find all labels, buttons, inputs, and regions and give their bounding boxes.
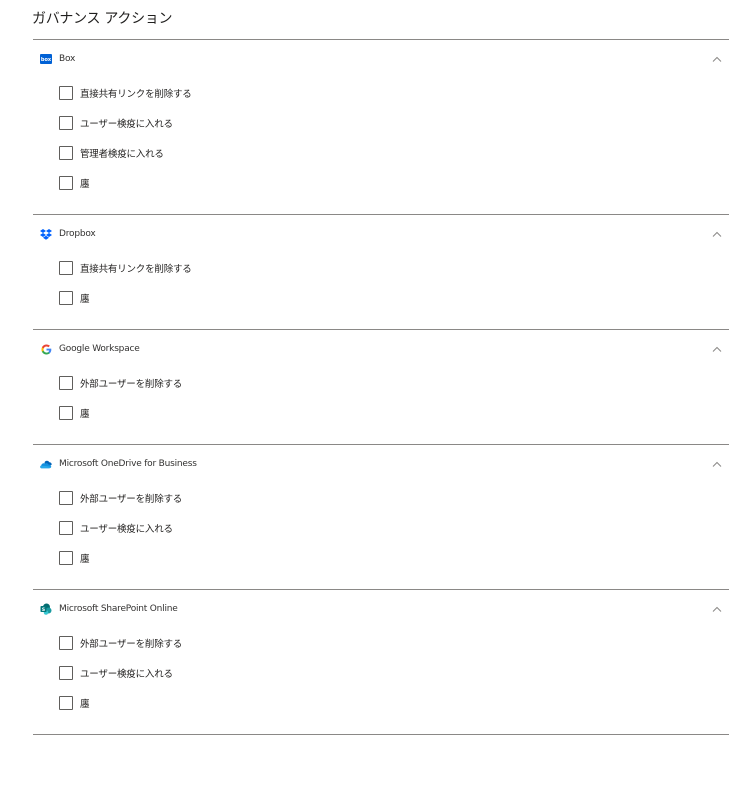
- checkbox[interactable]: [59, 551, 73, 565]
- checkbox[interactable]: [59, 666, 73, 680]
- section-box: box Box 直接共有リンクを削除する ユーザー検疫に入れる 管理者検疫に入れる廛: [33, 39, 729, 214]
- section-header-google-workspace[interactable]: Google Workspace: [33, 330, 729, 368]
- options-list: 直接共有リンクを削除する廛: [33, 253, 729, 329]
- option-item: 管理者検疫に入れる: [59, 138, 729, 168]
- option-label: 外部ユーザーを削除する: [80, 494, 183, 505]
- app-name: Google Workspace: [59, 344, 140, 354]
- box-icon: box: [40, 53, 52, 65]
- checkbox[interactable]: [59, 261, 73, 275]
- option-label: 直接共有リンクを削除する: [80, 264, 192, 275]
- checkbox[interactable]: [59, 521, 73, 535]
- chevron-up-icon[interactable]: [711, 458, 723, 470]
- option-item: 直接共有リンクを削除する: [59, 253, 729, 283]
- checkbox[interactable]: [59, 406, 73, 420]
- sharepoint-icon: S: [40, 603, 52, 615]
- section-header-dropbox[interactable]: Dropbox: [33, 215, 729, 253]
- option-label: 外部ユーザーを削除する: [80, 639, 183, 650]
- checkbox[interactable]: [59, 696, 73, 710]
- option-label: 廛: [80, 294, 90, 305]
- section-header-box[interactable]: box Box: [33, 40, 729, 78]
- app-name: Dropbox: [59, 229, 96, 239]
- option-item: 廛: [59, 283, 729, 313]
- option-item: 外部ユーザーを削除する: [59, 483, 729, 513]
- options-list: 外部ユーザーを削除する ユーザー検疫に入れる廛: [33, 628, 729, 734]
- option-label: 廛: [80, 409, 90, 420]
- section-microsoft-sharepoint-online: S Microsoft SharePoint Online 外部ユーザーを削除するユ…: [33, 589, 729, 735]
- option-label: 廛: [80, 699, 90, 710]
- dropbox-icon: [40, 228, 52, 240]
- option-label: 管理者検疫に入れる: [80, 149, 164, 160]
- svg-text:S: S: [42, 607, 45, 613]
- svg-text:box: box: [41, 57, 52, 63]
- option-item: ユーザー検疫に入れる: [59, 108, 729, 138]
- option-item: ユーザー検疫に入れる: [59, 513, 729, 543]
- option-label: 廛: [80, 554, 90, 565]
- option-label: 外部ユーザーを削除する: [80, 379, 183, 390]
- chevron-up-icon[interactable]: [711, 343, 723, 355]
- option-label: 直接共有リンクを削除する: [80, 89, 192, 100]
- onedrive-icon: [40, 458, 52, 470]
- app-name: Microsoft OneDrive for Business: [59, 459, 197, 469]
- checkbox[interactable]: [59, 636, 73, 650]
- checkbox[interactable]: [59, 86, 73, 100]
- option-item: 廛: [59, 168, 729, 198]
- option-item: 廛: [59, 398, 729, 428]
- option-label: ユーザー検疫に入れる: [80, 119, 173, 130]
- option-item: 廛: [59, 543, 729, 573]
- option-label: ユーザー検疫に入れる: [80, 669, 173, 680]
- google-icon: [40, 343, 52, 355]
- section-microsoft-onedrive-for-business: Microsoft OneDrive for Business 外部ユーザーを削除…: [33, 444, 729, 589]
- section-header-microsoft-onedrive-for-business[interactable]: Microsoft OneDrive for Business: [33, 445, 729, 483]
- chevron-up-icon[interactable]: [711, 53, 723, 65]
- checkbox[interactable]: [59, 116, 73, 130]
- page-title: ガバナンス アクション: [32, 11, 173, 27]
- checkbox[interactable]: [59, 146, 73, 160]
- governance-actions-list: box Box 直接共有リンクを削除する ユーザー検疫に入れる 管理者検疫に入れる廛 Dr…: [33, 39, 729, 735]
- option-label: 廛: [80, 179, 90, 190]
- option-item: ユーザー検疫に入れる: [59, 658, 729, 688]
- option-item: 直接共有リンクを削除する: [59, 78, 729, 108]
- checkbox[interactable]: [59, 491, 73, 505]
- app-name: Box: [59, 54, 76, 64]
- options-list: 直接共有リンクを削除する ユーザー検疫に入れる 管理者検疫に入れる廛: [33, 78, 729, 214]
- chevron-up-icon[interactable]: [711, 228, 723, 240]
- checkbox[interactable]: [59, 376, 73, 390]
- options-list: 外部ユーザーを削除する廛: [33, 368, 729, 444]
- section-dropbox: Dropbox 直接共有リンクを削除する廛: [33, 214, 729, 329]
- section-google-workspace: Google Workspace 外部ユーザーを削除する廛: [33, 329, 729, 444]
- checkbox[interactable]: [59, 291, 73, 305]
- chevron-up-icon[interactable]: [711, 603, 723, 615]
- option-label: ユーザー検疫に入れる: [80, 524, 173, 535]
- option-item: 外部ユーザーを削除する: [59, 628, 729, 658]
- section-header-microsoft-sharepoint-online[interactable]: S Microsoft SharePoint Online: [33, 590, 729, 628]
- option-item: 廛: [59, 688, 729, 718]
- app-name: Microsoft SharePoint Online: [59, 604, 178, 614]
- options-list: 外部ユーザーを削除する ユーザー検疫に入れる廛: [33, 483, 729, 589]
- checkbox[interactable]: [59, 176, 73, 190]
- option-item: 外部ユーザーを削除する: [59, 368, 729, 398]
